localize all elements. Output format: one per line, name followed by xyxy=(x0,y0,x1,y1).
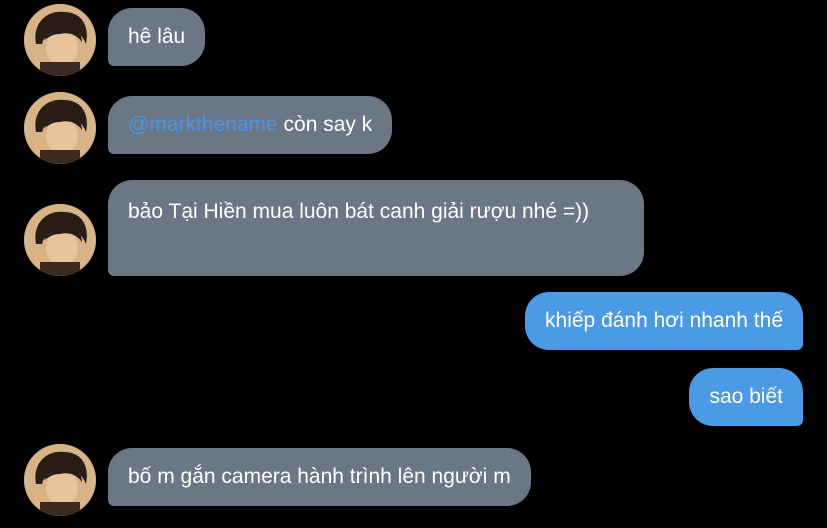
message-bubble[interactable]: bảo Tại Hiền mua luôn bát canh giải rượu… xyxy=(108,180,644,276)
message-text: sao biết xyxy=(709,385,783,408)
avatar-photo-icon xyxy=(24,4,96,76)
avatar-photo-icon xyxy=(24,444,96,516)
message-text: bố m gắn camera hành trình lên người m xyxy=(128,465,511,488)
sender-avatar[interactable] xyxy=(24,444,96,516)
message-bubble[interactable]: sao biết xyxy=(689,368,803,426)
message-bubble[interactable]: hê lâu xyxy=(108,8,206,66)
avatar-photo-icon xyxy=(24,92,96,164)
avatar-photo-icon xyxy=(24,204,96,276)
sender-avatar[interactable] xyxy=(24,204,96,276)
message-bubble[interactable]: @markthename còn say k xyxy=(108,96,393,154)
message-bubble[interactable]: khiếp đánh hơi nhanh thế xyxy=(525,292,803,350)
message-text: bảo Tại Hiền mua luôn bát canh giải rượu… xyxy=(128,200,590,223)
sender-avatar[interactable] xyxy=(24,92,96,164)
message-text: khiếp đánh hơi nhanh thế xyxy=(545,309,783,332)
message-text: hê lâu xyxy=(128,25,186,48)
mention-link[interactable]: @markthename xyxy=(128,113,278,136)
sender-avatar[interactable] xyxy=(24,4,96,76)
message-bubble[interactable]: bố m gắn camera hành trình lên người m xyxy=(108,448,531,506)
message-text: còn say k xyxy=(277,113,373,136)
